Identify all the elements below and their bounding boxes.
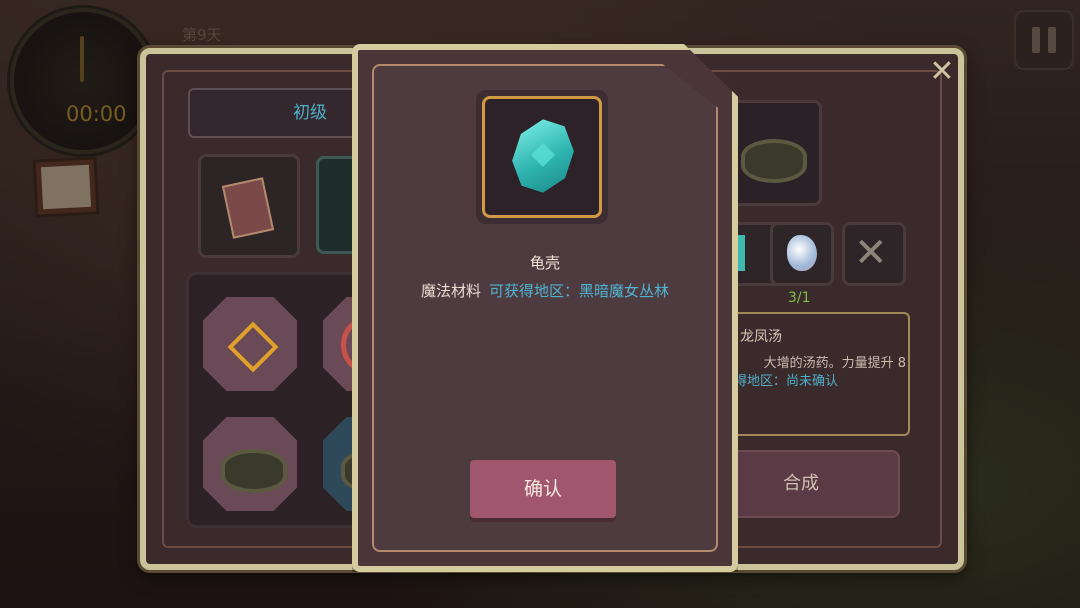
item-icon-frame — [476, 90, 608, 224]
x-icon: ✕ — [854, 230, 888, 276]
recipe-book-slot[interactable] — [198, 154, 300, 258]
close-icon[interactable]: ✕ — [924, 54, 960, 90]
book-icon — [221, 177, 275, 239]
confirm-button[interactable]: 确认 — [470, 460, 616, 518]
pot-icon — [221, 449, 287, 493]
recipe-item[interactable] — [203, 297, 297, 391]
ingredient-count: 3/1 — [788, 290, 811, 306]
recipe-item[interactable] — [203, 417, 297, 511]
item-name: 龟壳 — [529, 254, 560, 272]
item-location: 可获得地区：黑暗魔女丛林 — [489, 282, 670, 300]
opal-icon — [787, 235, 817, 271]
diamond-icon — [227, 321, 279, 373]
item-info-popup: 龟壳 魔法材料 可获得地区：黑暗魔女丛林 确认 — [352, 44, 738, 572]
item-info-line: 魔法材料 可获得地区：黑暗魔女丛林 — [358, 280, 732, 301]
item-icon-slot — [482, 96, 602, 218]
recipe-name: 龙凤汤 — [740, 329, 782, 345]
item-type: 魔法材料 — [420, 282, 481, 300]
pot-icon — [741, 139, 807, 183]
ingredient-slot[interactable] — [770, 222, 834, 286]
ingredient-slot-empty[interactable]: ✕ — [842, 222, 906, 286]
